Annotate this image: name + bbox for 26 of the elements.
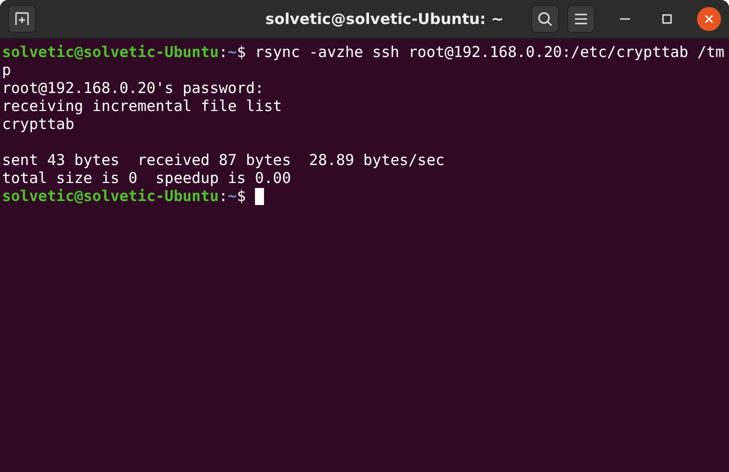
command-text: rsync -avzhe ssh root@192.168.0.20:/etc/crypttab /tm [254, 43, 724, 61]
output-line: root@192.168.0.20's password: [2, 79, 264, 97]
prompt-user: solvetic@solvetic-Ubuntu [2, 43, 219, 61]
prompt-separator: : [218, 187, 228, 205]
output-line: p [2, 61, 12, 79]
maximize-icon [662, 14, 672, 24]
output-line: sent 43 bytes received 87 bytes 28.89 bytes/sec [2, 151, 445, 169]
close-button[interactable] [697, 7, 721, 31]
menu-icon [574, 13, 588, 25]
prompt-path: ~ [228, 187, 237, 205]
prompt-user: solvetic@solvetic-Ubuntu [2, 187, 219, 205]
output-line: crypttab [2, 115, 74, 133]
window-title: solvetic@solvetic-Ubuntu: ~ [265, 10, 504, 28]
close-icon [704, 14, 714, 24]
new-tab-icon [14, 11, 30, 27]
prompt-symbol: $ [236, 43, 246, 61]
search-icon [537, 11, 553, 27]
prompt-separator: : [218, 43, 228, 61]
menu-button[interactable] [567, 5, 595, 33]
prompt-symbol: $ [236, 187, 246, 205]
prompt-path: ~ [228, 43, 237, 61]
output-line: receiving incremental file list [2, 97, 282, 115]
output-line: total size is 0 speedup is 0.00 [2, 169, 291, 187]
new-tab-button[interactable] [8, 5, 36, 33]
minimize-icon [620, 18, 630, 20]
search-button[interactable] [531, 5, 559, 33]
